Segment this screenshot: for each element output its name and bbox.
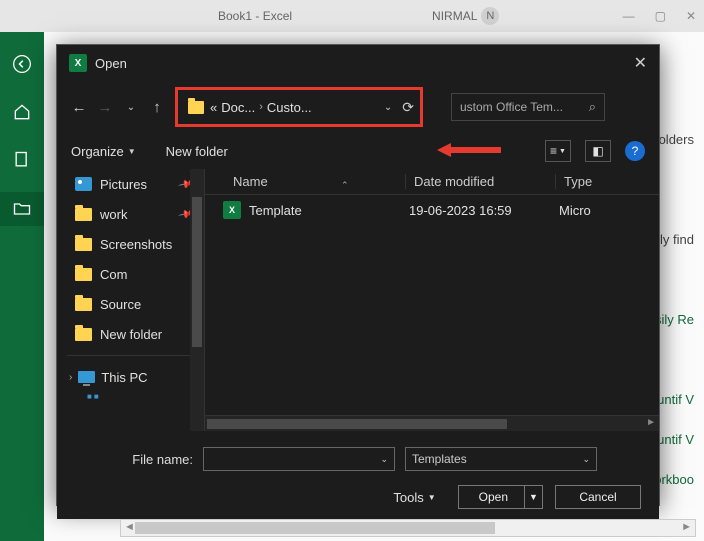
tree-item-thispc[interactable]: ›This PC bbox=[57, 362, 204, 392]
tree-item-screenshots[interactable]: Screenshots bbox=[57, 229, 204, 259]
open-button[interactable]: Open ▼ bbox=[458, 485, 543, 509]
crumb-seg1[interactable]: Doc... bbox=[221, 100, 255, 115]
folder-icon bbox=[188, 101, 204, 114]
preview-pane-button[interactable]: ◧ bbox=[585, 140, 611, 162]
tree-item-newfolder[interactable]: New folder bbox=[57, 319, 204, 349]
backstage-sidebar bbox=[0, 32, 44, 541]
crumb-prefix: « bbox=[210, 100, 217, 115]
new-folder-button[interactable]: New folder bbox=[166, 144, 228, 159]
home-icon[interactable] bbox=[12, 102, 32, 122]
file-date: 19-06-2023 16:59 bbox=[409, 203, 559, 218]
tree-item-com[interactable]: Com bbox=[57, 259, 204, 289]
nav-up-icon[interactable]: ↑ bbox=[147, 99, 167, 116]
file-name: Template bbox=[249, 203, 409, 218]
open-dialog: X Open ✕ ← → ⌄ ↑ « Doc... › Custo... ⌄ ⟳… bbox=[56, 44, 660, 506]
nav-tree: Pictures📌 work📌 Screenshots Com Source N… bbox=[57, 169, 205, 431]
file-row[interactable]: X Template 19-06-2023 16:59 Micro bbox=[205, 195, 659, 225]
folder-icon bbox=[75, 238, 92, 251]
tree-scrollbar[interactable] bbox=[190, 169, 204, 431]
files-hscrollbar[interactable]: ◄► bbox=[205, 415, 659, 431]
view-mode-button[interactable]: ≡ ▼ bbox=[545, 140, 571, 162]
close-window-icon[interactable]: ✕ bbox=[686, 9, 696, 23]
user-name: NIRMAL bbox=[432, 9, 477, 23]
excel-icon: X bbox=[69, 54, 87, 72]
tools-button[interactable]: Tools ▼ bbox=[393, 490, 435, 505]
chevron-down-icon: ▼ bbox=[428, 493, 436, 502]
search-icon[interactable]: ⌕ bbox=[589, 99, 596, 115]
nav-recent-chevron-icon[interactable]: ⌄ bbox=[121, 102, 141, 113]
chevron-down-icon[interactable]: ⌄ bbox=[380, 454, 388, 465]
chevron-down-icon: ▼ bbox=[128, 147, 136, 156]
chevron-right-icon[interactable]: › bbox=[69, 372, 72, 383]
pictures-icon bbox=[75, 177, 92, 191]
folder-icon bbox=[75, 208, 92, 221]
chevron-down-icon[interactable]: ⌄ bbox=[582, 454, 590, 465]
address-bar[interactable]: « Doc... › Custo... ⌄ ⟳ bbox=[175, 87, 423, 127]
refresh-icon[interactable]: ⟳ bbox=[402, 99, 414, 116]
tree-item-work[interactable]: work📌 bbox=[57, 199, 204, 229]
filename-label: File name: bbox=[75, 452, 193, 467]
search-placeholder: ustom Office Tem... bbox=[460, 100, 563, 114]
file-type: Micro bbox=[559, 203, 659, 218]
dialog-titlebar: X Open ✕ bbox=[57, 45, 659, 81]
sort-asc-icon: ⌃ bbox=[341, 180, 349, 191]
chevron-right-icon[interactable]: › bbox=[259, 101, 263, 113]
tree-item-source[interactable]: Source bbox=[57, 289, 204, 319]
folder-icon bbox=[75, 328, 92, 341]
folder-icon bbox=[75, 268, 92, 281]
excel-file-icon: X bbox=[223, 201, 241, 219]
col-name[interactable]: Name⌃ bbox=[205, 174, 405, 189]
cancel-button[interactable]: Cancel bbox=[555, 485, 641, 509]
annotation-red-arrow bbox=[437, 143, 501, 157]
help-icon[interactable]: ? bbox=[625, 141, 645, 161]
open-nav-selected[interactable] bbox=[0, 192, 44, 226]
close-icon[interactable]: ✕ bbox=[634, 53, 647, 73]
minimize-icon[interactable]: — bbox=[623, 9, 635, 23]
pc-icon bbox=[78, 371, 95, 383]
crumb-seg2[interactable]: Custo... bbox=[267, 100, 312, 115]
maximize-icon[interactable]: ▢ bbox=[655, 9, 666, 23]
col-type[interactable]: Type bbox=[555, 174, 659, 189]
new-icon[interactable] bbox=[12, 150, 32, 170]
filetype-select[interactable]: Templates ⌄ bbox=[405, 447, 597, 471]
back-icon[interactable] bbox=[12, 54, 32, 74]
organize-button[interactable]: Organize ▼ bbox=[71, 144, 136, 159]
avatar[interactable]: N bbox=[481, 7, 499, 25]
column-headers: Name⌃ Date modified Type bbox=[205, 169, 659, 195]
page-hscrollbar[interactable]: ◄► bbox=[120, 519, 696, 537]
excel-titlebar: Book1 - Excel NIRMAL N — ▢ ✕ bbox=[0, 0, 704, 32]
search-input[interactable]: ustom Office Tem... ⌕ bbox=[451, 93, 605, 121]
nav-forward-icon[interactable]: → bbox=[95, 99, 115, 116]
nav-back-icon[interactable]: ← bbox=[69, 99, 89, 116]
filename-input[interactable]: ⌄ bbox=[203, 447, 395, 471]
tree-more[interactable]: ■■ bbox=[57, 392, 204, 401]
organize-label: Organize bbox=[71, 144, 124, 159]
address-chevron-down-icon[interactable]: ⌄ bbox=[384, 102, 392, 113]
open-split-chevron-icon[interactable]: ▼ bbox=[524, 486, 542, 508]
dialog-title: Open bbox=[95, 56, 127, 71]
col-date[interactable]: Date modified bbox=[405, 174, 555, 189]
snippet-folders: olders bbox=[659, 132, 694, 147]
folder-icon bbox=[75, 298, 92, 311]
app-title: Book1 - Excel bbox=[218, 9, 292, 23]
tree-item-pictures[interactable]: Pictures📌 bbox=[57, 169, 204, 199]
